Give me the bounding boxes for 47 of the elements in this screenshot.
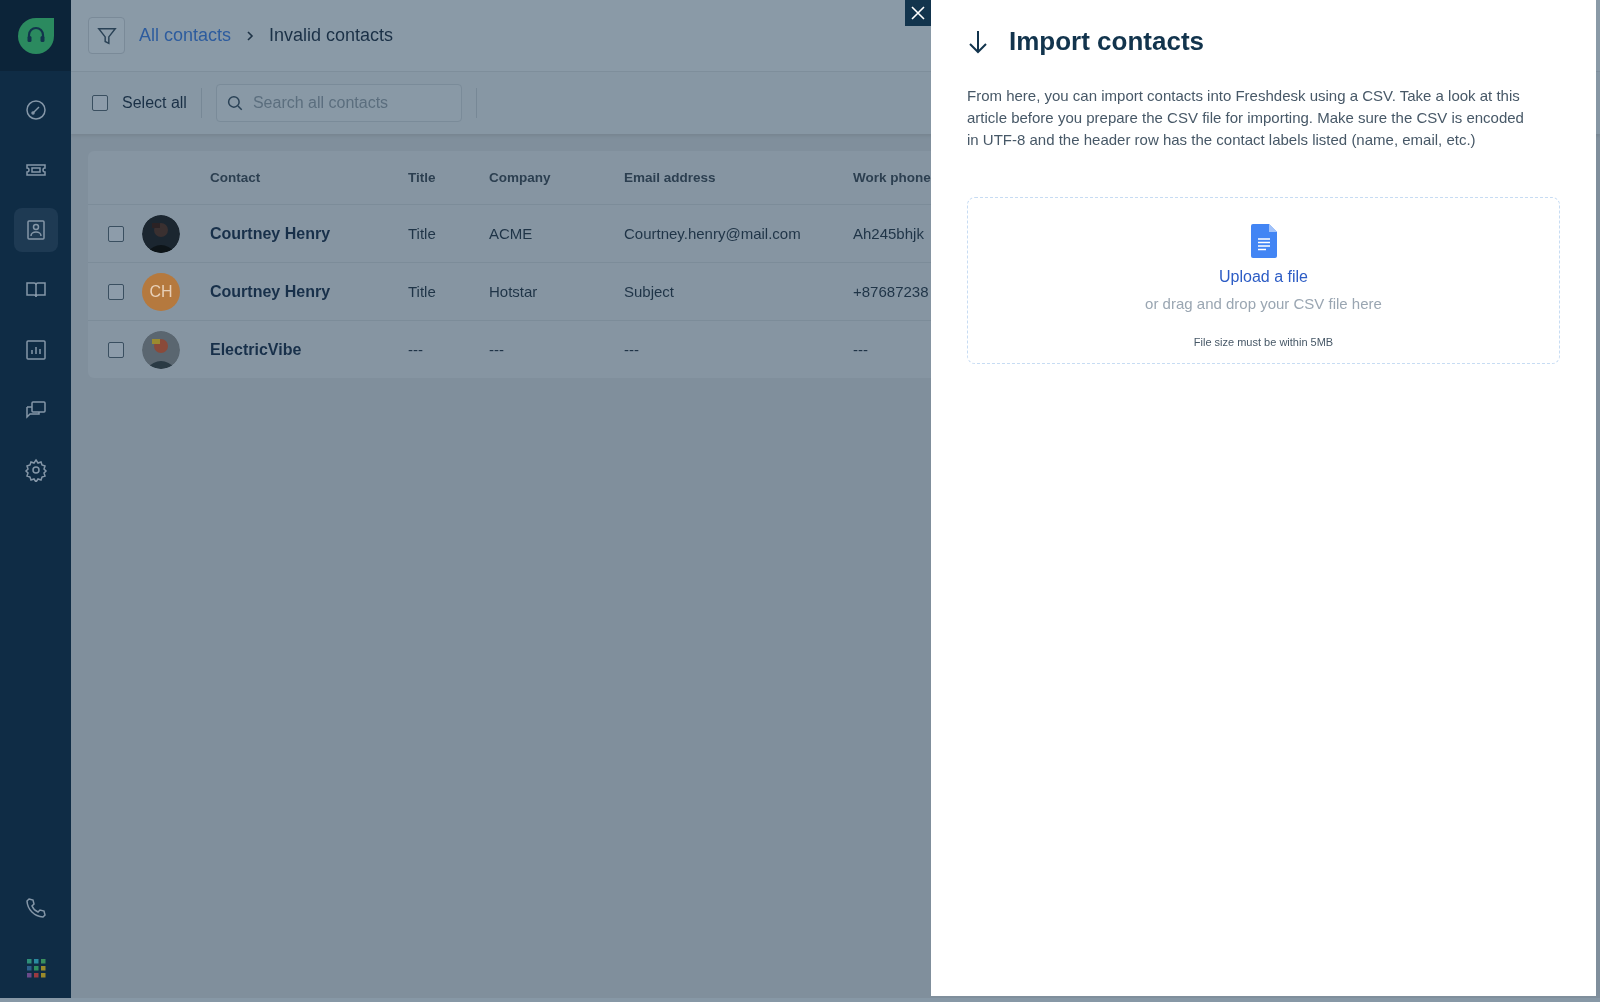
column-header: Work phone	[853, 170, 932, 185]
row-checkbox[interactable]	[108, 283, 124, 300]
panel-title: Import contacts	[1009, 26, 1205, 57]
logo-icon	[17, 17, 54, 54]
row-checkbox[interactable]	[108, 225, 124, 242]
contact-name[interactable]: Courtney Henry	[210, 282, 408, 301]
table-cell-text: Courtney.henry@mail.com	[624, 225, 802, 242]
column-header: Contact	[210, 170, 262, 185]
description: From here, you can import contacts into Freshdesk using a CSV. Take a look at this article before you prepare the CSV file for importing. Make sure the CSV is encoded in UTF-8 and the header row has the contact labels listed (name, email, etc.)	[967, 86, 1525, 150]
phone-icon[interactable]	[23, 896, 48, 920]
contact-name[interactable]: ElectricVibe	[210, 340, 408, 359]
chevron-icon	[245, 29, 256, 42]
table-cell-text: Subject	[624, 283, 676, 300]
row-checkbox[interactable]	[108, 341, 124, 358]
close-button[interactable]	[905, 0, 931, 26]
table-cell-text: ---	[853, 341, 869, 358]
settings-icon	[23, 458, 48, 482]
table-cell-text: +87687238	[853, 283, 930, 300]
table-cell-text: ---	[624, 341, 640, 358]
column-header: Email address	[624, 170, 717, 185]
contact-name[interactable]: Courtney Henry	[210, 224, 408, 243]
table-cell-text: ---	[489, 341, 505, 358]
avatar: CH	[142, 272, 180, 311]
table-cell-text: ---	[408, 341, 424, 358]
page-title: Invalid contacts	[269, 25, 394, 46]
upload-link[interactable]: Upload a file	[1219, 268, 1308, 286]
column-header: Company	[489, 170, 552, 185]
column-header: Title	[408, 170, 437, 185]
gauge-icon	[23, 98, 48, 122]
bar-chart-icon	[23, 338, 48, 362]
breadcrumb-link[interactable]: All contacts	[139, 25, 232, 46]
download-arrow-icon	[967, 28, 989, 55]
select-all-checkbox[interactable]	[92, 95, 108, 111]
chat-icon	[23, 398, 48, 422]
table-cell-text: Ah245bhjk	[853, 225, 925, 242]
table-cell-text: Title	[408, 283, 437, 300]
table-cell-text: ACME	[489, 225, 534, 242]
select-all-label: Select all	[122, 94, 187, 112]
drop-zone[interactable]: Upload a file or drag and drop your CSV file here File size must be within 5MB	[967, 197, 1560, 364]
close-icon	[910, 5, 926, 21]
size-limit-note: File size must be within 5MB	[1193, 336, 1334, 348]
nav-item[interactable]	[13, 208, 58, 252]
document-icon	[1250, 224, 1277, 258]
table-cell-text: Title	[408, 225, 437, 242]
table-cell-text: Hotstar	[489, 283, 539, 300]
filter-button[interactable]	[88, 17, 125, 54]
drop-hint: or drag and drop your CSV file here	[1145, 295, 1382, 312]
